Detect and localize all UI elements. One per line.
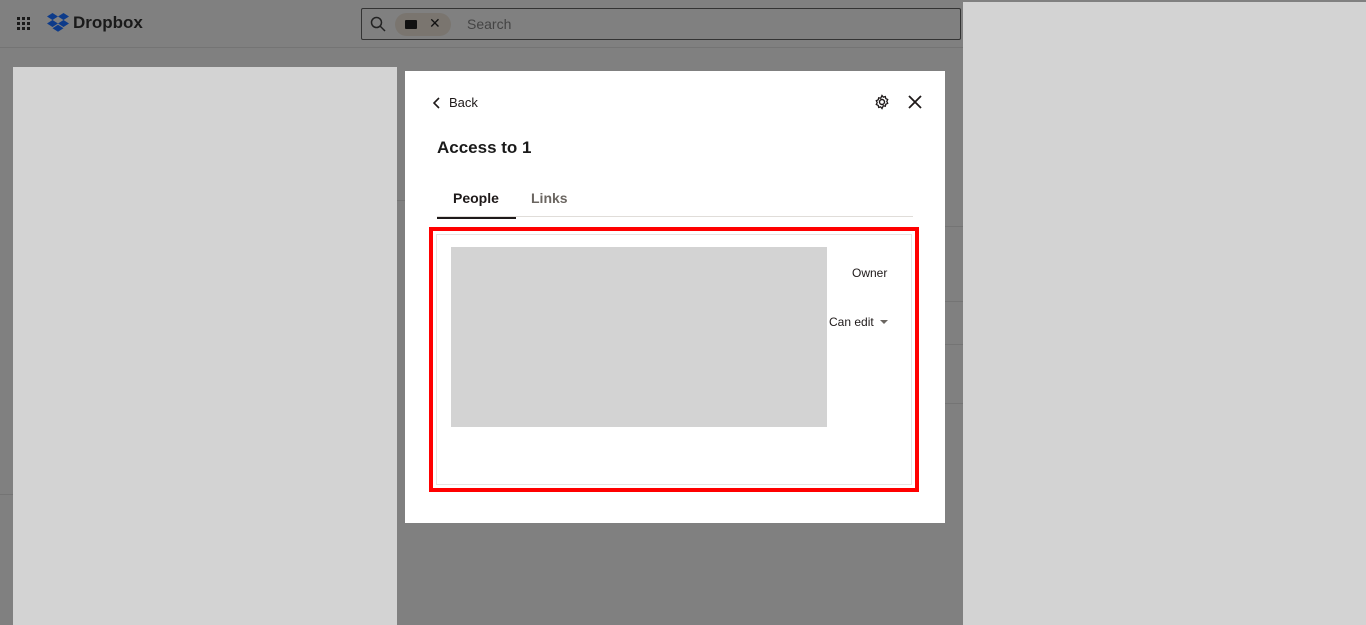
tab-bar: People Links: [437, 187, 913, 219]
caret-down-icon: [879, 320, 888, 324]
remove-filter-icon[interactable]: ✕: [429, 15, 441, 32]
divider: [945, 301, 963, 302]
divider: [0, 494, 13, 495]
search-input[interactable]: Search: [467, 16, 511, 32]
modal-title: Access to 1: [437, 138, 532, 157]
tab-links[interactable]: Links: [531, 190, 568, 206]
redacted-sidebar: [13, 67, 397, 625]
people-list-highlight: Owner Can edit: [429, 227, 919, 492]
chevron-left-icon: [433, 96, 440, 109]
tab-people[interactable]: People: [437, 190, 516, 219]
permission-label: Can edit: [829, 315, 874, 329]
dropbox-icon: [47, 13, 69, 32]
divider: [397, 200, 405, 201]
member-permission-dropdown[interactable]: Can edit: [829, 315, 888, 329]
divider: [945, 226, 963, 227]
divider: [945, 344, 963, 345]
folder-icon: [405, 20, 417, 29]
redacted-panel: [963, 2, 1366, 625]
dropbox-logo[interactable]: Dropbox: [47, 13, 143, 33]
back-label: Back: [449, 95, 478, 110]
back-button[interactable]: Back: [433, 95, 478, 110]
close-icon[interactable]: [906, 93, 924, 111]
redacted-member-info: [451, 247, 827, 427]
share-access-modal: Back Access to 1 People Links Owner Can …: [405, 71, 945, 523]
gear-icon[interactable]: [874, 94, 890, 110]
folder-filter-chip[interactable]: ✕: [395, 13, 451, 36]
top-bar: Dropbox ✕ Search: [0, 0, 963, 48]
divider: [945, 403, 963, 404]
member-role-owner: Owner: [852, 266, 888, 280]
brand-name: Dropbox: [73, 13, 143, 32]
search-icon: [370, 16, 386, 32]
people-list: Owner Can edit: [436, 234, 912, 485]
app-grid-icon[interactable]: [17, 17, 31, 31]
search-bar[interactable]: ✕ Search: [361, 8, 961, 40]
